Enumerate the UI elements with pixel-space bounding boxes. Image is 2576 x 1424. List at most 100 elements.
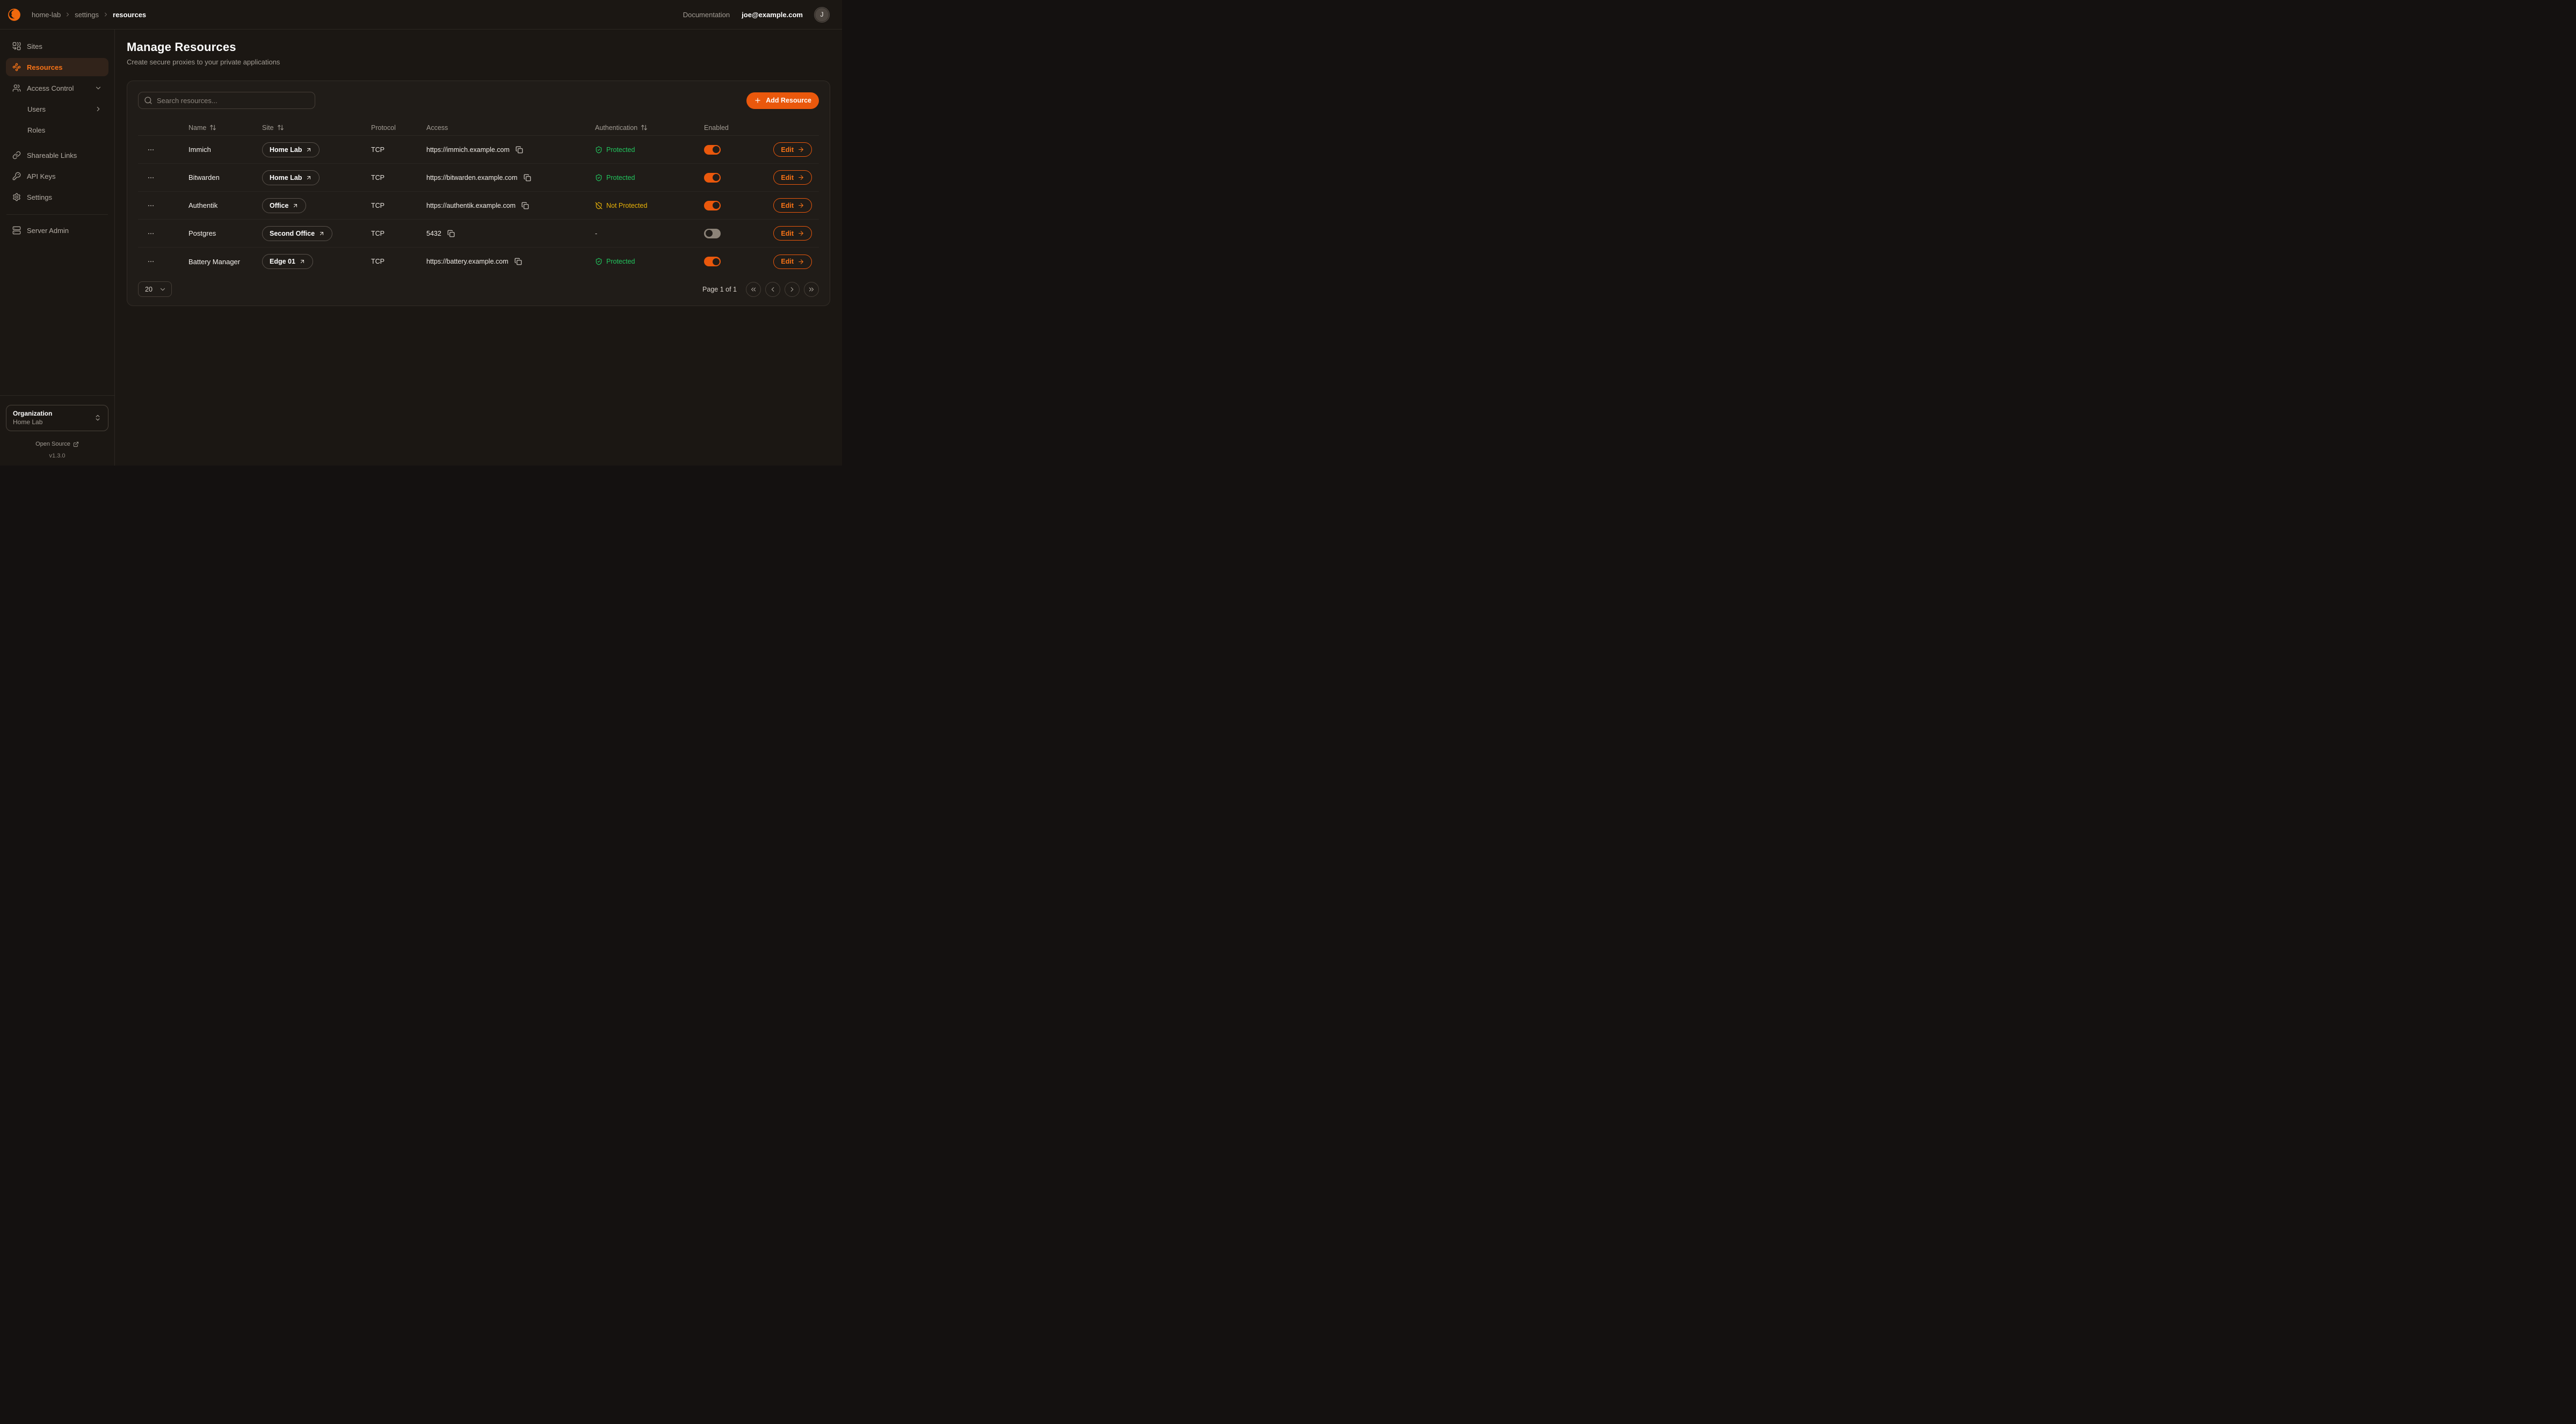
arrow-up-right-icon <box>292 202 299 209</box>
edit-label: Edit <box>781 174 794 181</box>
row-menu-button[interactable] <box>146 257 156 266</box>
sidebar-item-roles[interactable]: Roles <box>6 121 108 139</box>
arrow-up-right-icon <box>318 230 325 237</box>
organization-selector[interactable]: Organization Home Lab <box>6 405 108 431</box>
sidebar-item-users[interactable]: Users <box>6 100 108 118</box>
previous-page-button[interactable] <box>765 282 780 297</box>
resource-name: Postgres <box>188 229 216 237</box>
row-menu-button[interactable] <box>146 229 156 238</box>
column-header-access: Access <box>426 124 595 132</box>
first-page-button[interactable] <box>746 282 761 297</box>
open-source-link[interactable]: Open Source <box>35 441 79 447</box>
sidebar-divider <box>6 214 108 215</box>
chevrons-left-icon <box>750 286 757 293</box>
sidebar-item-shareable-links[interactable]: Shareable Links <box>6 146 108 164</box>
main-content: Manage Resources Create secure proxies t… <box>115 30 842 466</box>
access-value: https://immich.example.com <box>426 146 510 154</box>
organization-value: Home Lab <box>13 418 52 426</box>
sidebar-item-access-control[interactable]: Access Control <box>6 79 108 97</box>
ellipsis-icon <box>147 258 155 265</box>
copy-button[interactable] <box>523 173 532 183</box>
topbar-right: Documentation joe@example.com J <box>683 8 829 22</box>
sidebar: Sites Resources Access Control Users Roles Sh… <box>0 30 115 466</box>
row-menu-button[interactable] <box>146 173 156 183</box>
copy-button[interactable] <box>446 229 456 238</box>
copy-icon <box>524 174 531 181</box>
sidebar-admin-nav: Server Admin <box>6 221 108 242</box>
column-label: Name <box>188 124 206 132</box>
copy-button[interactable] <box>513 257 523 266</box>
edit-label: Edit <box>781 258 794 265</box>
access-value: https://authentik.example.com <box>426 202 516 209</box>
sort-icon[interactable] <box>209 124 216 131</box>
add-resource-button[interactable]: Add Resource <box>746 92 819 109</box>
ellipsis-icon <box>147 202 155 209</box>
resources-card: Add Resource NameSiteProtocolAccessAuthe… <box>127 81 830 306</box>
page-size-select[interactable]: 20 <box>138 281 172 297</box>
sort-icon[interactable] <box>277 124 284 131</box>
arrow-up-right-icon <box>306 147 312 153</box>
sidebar-item-sites[interactable]: Sites <box>6 37 108 55</box>
shield-check-icon <box>595 258 603 265</box>
auth-status: Protected <box>606 174 635 181</box>
site-link-button[interactable]: Home Lab <box>262 170 320 185</box>
page-title: Manage Resources <box>127 40 830 54</box>
sidebar-item-resources[interactable]: Resources <box>6 58 108 76</box>
access-value: https://battery.example.com <box>426 258 509 265</box>
ellipsis-icon <box>147 146 155 154</box>
avatar[interactable]: J <box>815 8 829 22</box>
shell: Sites Resources Access Control Users Roles Sh… <box>0 30 842 466</box>
row-menu-button[interactable] <box>146 145 156 155</box>
site-link-button[interactable]: Home Lab <box>262 142 320 157</box>
breadcrumb-item-settings[interactable]: settings <box>75 11 99 19</box>
enabled-toggle[interactable] <box>704 173 721 183</box>
breadcrumb-item-home-lab[interactable]: home-lab <box>32 11 61 19</box>
organization-text: Organization Home Lab <box>13 409 52 426</box>
chevrons-up-down-icon <box>94 414 101 422</box>
sort-icon[interactable] <box>641 124 648 131</box>
ellipsis-icon <box>147 174 155 181</box>
sidebar-item-label: Sites <box>27 42 42 50</box>
sidebar-item-api-keys[interactable]: API Keys <box>6 167 108 185</box>
breadcrumb-item-resources[interactable]: resources <box>113 11 146 19</box>
site-link-button[interactable]: Second Office <box>262 226 332 241</box>
resource-name: Authentik <box>188 201 217 209</box>
copy-button[interactable] <box>520 201 530 210</box>
sidebar-item-label: Resources <box>27 63 62 71</box>
sidebar-item-settings[interactable]: Settings <box>6 188 108 206</box>
chevron-right-icon <box>788 286 796 293</box>
sidebar-item-label: Access Control <box>27 84 74 92</box>
copy-button[interactable] <box>514 145 524 155</box>
edit-button[interactable]: Edit <box>773 255 812 269</box>
edit-button[interactable]: Edit <box>773 170 812 185</box>
enabled-toggle[interactable] <box>704 201 721 210</box>
search-input[interactable] <box>138 92 315 109</box>
enabled-toggle[interactable] <box>704 257 721 266</box>
site-link-button[interactable]: Edge 01 <box>262 254 313 269</box>
sidebar-item-server-admin[interactable]: Server Admin <box>6 221 108 239</box>
sidebar-item-label: Server Admin <box>27 227 69 235</box>
site-name: Home Lab <box>270 146 302 154</box>
key-icon <box>12 172 21 180</box>
documentation-link[interactable]: Documentation <box>683 11 730 19</box>
user-email[interactable]: joe@example.com <box>742 11 803 19</box>
protocol-value: TCP <box>371 146 384 154</box>
column-header-enabled: Enabled <box>704 124 786 132</box>
edit-button[interactable]: Edit <box>773 198 812 213</box>
enabled-toggle[interactable] <box>704 145 721 155</box>
next-page-button[interactable] <box>785 282 800 297</box>
edit-button[interactable]: Edit <box>773 142 812 157</box>
site-link-button[interactable]: Office <box>262 198 306 213</box>
enabled-toggle[interactable] <box>704 229 721 238</box>
row-menu-button[interactable] <box>146 201 156 210</box>
column-label: Authentication <box>595 124 637 132</box>
table-row: Battery Manager Edge 01 TCP https://batt… <box>138 248 819 275</box>
edit-button[interactable]: Edit <box>773 226 812 241</box>
page-info: Page 1 of 1 <box>702 286 737 293</box>
auth-status: - <box>595 230 597 237</box>
app-logo-icon[interactable] <box>7 8 21 22</box>
last-page-button[interactable] <box>804 282 819 297</box>
arrow-right-icon <box>797 230 804 237</box>
gear-icon <box>12 193 21 201</box>
resource-name: Battery Manager <box>188 258 240 266</box>
